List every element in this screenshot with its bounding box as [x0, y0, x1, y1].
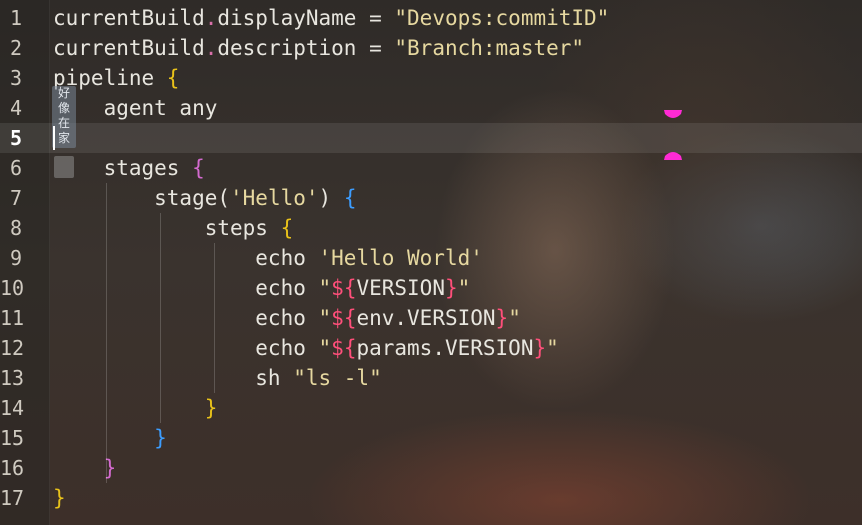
code-line[interactable]: echo 'Hello World': [53, 243, 483, 273]
code-token: }: [495, 306, 509, 330]
code-token: currentBuild: [53, 6, 205, 30]
code-token: 'Hello': [230, 186, 319, 210]
code-token: .: [204, 36, 218, 60]
code-token: {: [166, 66, 180, 90]
line-number: 5: [9, 126, 22, 150]
code-token: steps: [53, 216, 281, 240]
code-token: ": [318, 336, 332, 360]
bookmark-marker-icon[interactable]: [664, 110, 682, 120]
code-token: echo: [53, 246, 319, 270]
code-token: sh: [53, 366, 294, 390]
line-number: 4: [9, 96, 22, 120]
code-token: }: [53, 396, 218, 420]
code-token: }: [533, 336, 547, 360]
code-token: }: [53, 486, 66, 510]
line-number: 7: [9, 186, 22, 210]
code-line[interactable]: echo "${env.VERSION}": [53, 303, 521, 333]
code-line[interactable]: currentBuild.description = "Branch:maste…: [53, 33, 584, 63]
code-line[interactable]: agent any: [53, 93, 218, 123]
code-token: ${: [331, 276, 357, 300]
code-token: description =: [217, 36, 395, 60]
sticker-char: 像: [57, 101, 70, 115]
code-line[interactable]: }: [53, 393, 218, 423]
sticker-char: 好: [57, 86, 70, 100]
line-number: 17: [0, 486, 25, 510]
line-number: 8: [9, 216, 22, 240]
code-line[interactable]: }: [53, 423, 167, 453]
code-token: .: [204, 6, 218, 30]
sticker-widget: 好 像 在 家: [52, 86, 76, 148]
code-line[interactable]: echo "${VERSION}": [53, 273, 470, 303]
code-token: ${: [331, 336, 357, 360]
code-line[interactable]: }: [53, 483, 66, 513]
code-token: ): [318, 186, 344, 210]
sticker-icon: [54, 156, 74, 178]
line-number: 10: [0, 276, 25, 300]
code-token: {: [280, 216, 294, 240]
sticker-char: 家: [57, 131, 70, 145]
active-line-highlight: [0, 123, 862, 153]
line-number: 16: [0, 456, 25, 480]
line-number: 6: [9, 156, 22, 180]
code-token: stage(: [53, 186, 231, 210]
line-number: 12: [0, 336, 25, 360]
code-token: agent any: [53, 96, 218, 120]
code-line[interactable]: sh "ls -l": [53, 363, 382, 393]
code-token: echo: [53, 276, 319, 300]
code-token: {: [343, 186, 357, 210]
code-token: VERSION: [356, 276, 445, 300]
line-number: 13: [0, 366, 25, 390]
code-token: }: [444, 276, 458, 300]
code-line[interactable]: echo "${params.VERSION}": [53, 333, 559, 363]
code-token: echo: [53, 306, 319, 330]
code-token: ": [318, 306, 332, 330]
bookmark-marker-icon[interactable]: [664, 150, 682, 160]
code-token: {: [192, 156, 205, 180]
sticker-char: 在: [57, 116, 70, 130]
code-line[interactable]: stage('Hello') {: [53, 183, 356, 213]
line-number: 2: [9, 36, 22, 60]
code-token: "Branch:master": [394, 36, 585, 60]
code-token: env.VERSION: [356, 306, 496, 330]
line-number: 3: [9, 66, 22, 90]
line-number: 9: [9, 246, 22, 270]
code-token: currentBuild: [53, 36, 205, 60]
line-number: 1: [9, 6, 22, 30]
code-token: ": [546, 336, 559, 360]
indent-guide: [214, 243, 215, 393]
line-number: 14: [0, 396, 25, 420]
text-cursor: [53, 126, 55, 150]
code-token: displayName =: [217, 6, 395, 30]
code-token: ": [457, 276, 471, 300]
indent-guide: [106, 183, 107, 483]
code-line[interactable]: stages {: [53, 153, 205, 183]
code-token: ": [318, 276, 332, 300]
line-number: 15: [0, 426, 25, 450]
code-token: echo: [53, 336, 319, 360]
code-editor[interactable]: 1 2 3 4 5 6 7 8 9 10 11 12 13 14 15 16 17 currentBuild.d…: [0, 0, 862, 525]
indent-guide: [160, 213, 161, 423]
code-token: ${: [331, 306, 357, 330]
gutter-separator: [49, 0, 50, 525]
code-token: params.VERSION: [356, 336, 534, 360]
code-token: ": [508, 306, 521, 330]
code-token: 'Hello World': [318, 246, 483, 270]
code-token: "ls -l": [293, 366, 382, 390]
code-token: }: [53, 426, 167, 450]
code-token: "Devops:commitID": [394, 6, 610, 30]
code-line[interactable]: currentBuild.displayName = "Devops:commi…: [53, 3, 609, 33]
line-number: 11: [0, 306, 25, 330]
code-line[interactable]: steps {: [53, 213, 294, 243]
